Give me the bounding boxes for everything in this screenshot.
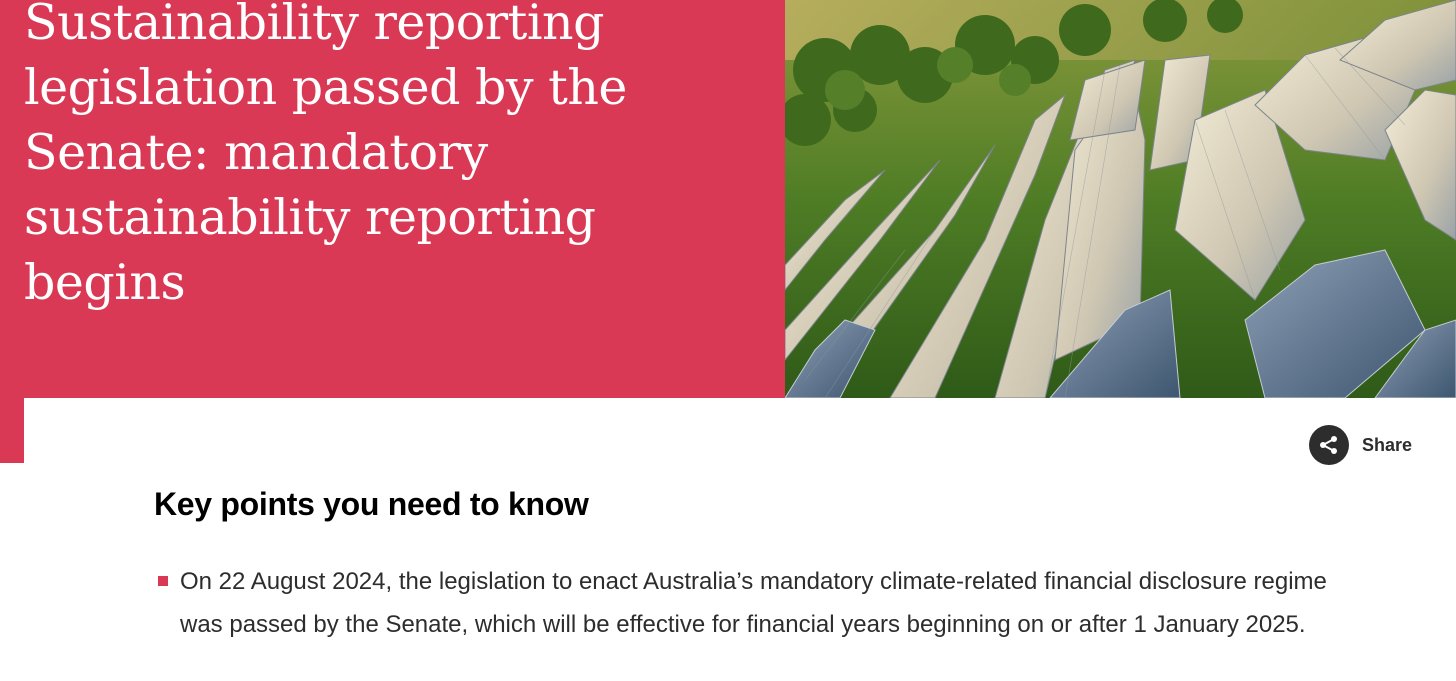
hero-image [785, 0, 1456, 398]
share-icon [1309, 425, 1349, 465]
list-item: On 22 August 2024, the legislation to en… [158, 560, 1368, 646]
hero-panel: Sustainability reporting legislation pas… [0, 0, 785, 398]
key-point-text: On 22 August 2024, the legislation to en… [180, 568, 1327, 638]
solar-field-illustration [785, 0, 1456, 398]
key-points-heading: Key points you need to know [154, 486, 589, 522]
share-label: Share [1362, 434, 1413, 455]
share-button[interactable]: Share [1309, 425, 1412, 465]
hero-accent-bar [0, 398, 24, 463]
bullet-marker [158, 576, 168, 586]
page-title: Sustainability reporting legislation pas… [24, 0, 627, 311]
key-points-list: On 22 August 2024, the legislation to en… [158, 560, 1368, 646]
